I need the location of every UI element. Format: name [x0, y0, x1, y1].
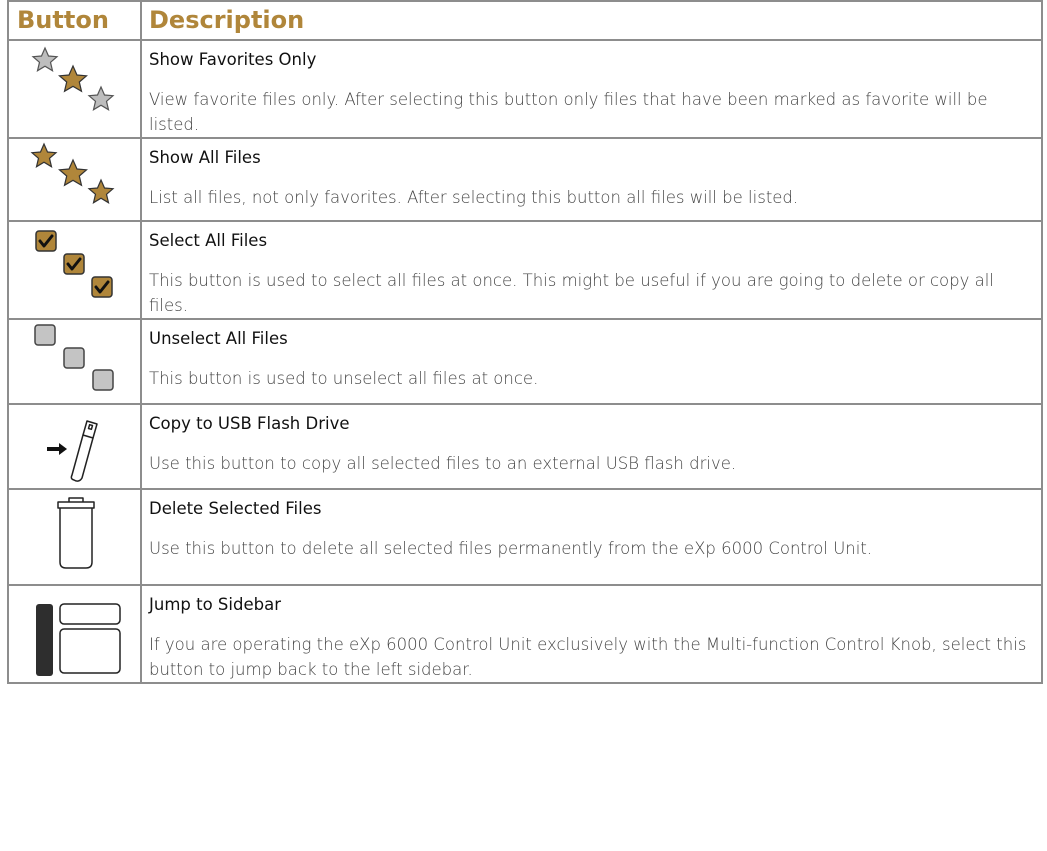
icon-cell: [7, 584, 142, 684]
description-cell: Copy to USB Flash Drive Use this button …: [140, 403, 1043, 490]
checkboxes-empty-icon: [34, 324, 114, 391]
row-title: Unselect All Files: [149, 329, 288, 348]
row-text: Use this button to delete all selected f…: [149, 539, 873, 558]
row-title: Show Favorites Only: [149, 50, 317, 69]
table-row: Copy to USB Flash Drive Use this button …: [7, 403, 1043, 490]
table-row: Jump to Sidebar If you are operating the…: [7, 584, 1043, 684]
description-cell: Show Favorites Only View favorite files …: [140, 39, 1043, 139]
icon-cell: [7, 318, 142, 405]
table-header-row: Button Description: [7, 0, 1043, 41]
description-cell: Show All Files List all files, not only …: [140, 137, 1043, 222]
row-text: This button is used to unselect all file…: [149, 369, 539, 388]
header-button: Button: [7, 0, 142, 41]
table-row: Delete Selected Files Use this button to…: [7, 488, 1043, 586]
row-title: Jump to Sidebar: [149, 595, 281, 614]
checkboxes-checked-icon: [35, 230, 113, 298]
icon-cell: [7, 39, 142, 139]
header-description: Description: [140, 0, 1043, 41]
stars-filled-icon: [30, 142, 115, 204]
row-title: Copy to USB Flash Drive: [149, 414, 350, 433]
row-text: This button is used to select all files …: [149, 271, 994, 315]
usb-copy-icon: [47, 420, 98, 482]
row-text: List all files, not only favorites. Afte…: [149, 188, 799, 207]
description-cell: Jump to Sidebar If you are operating the…: [140, 584, 1043, 684]
row-title: Delete Selected Files: [149, 499, 322, 518]
row-title: Show All Files: [149, 148, 261, 167]
description-cell: Delete Selected Files Use this button to…: [140, 488, 1043, 586]
trash-icon: [57, 497, 95, 569]
table-row: Unselect All Files This button is used t…: [7, 318, 1043, 405]
sidebar-icon: [36, 603, 121, 676]
description-cell: Select All Files This button is used to …: [140, 220, 1043, 320]
icon-cell: [7, 220, 142, 320]
table-row: Select All Files This button is used to …: [7, 220, 1043, 320]
icon-cell: [7, 488, 142, 586]
icon-cell: [7, 403, 142, 490]
stars-outline-icon: [31, 46, 115, 111]
button-description-table: Button Description Show Favorites Only V…: [7, 0, 1043, 684]
icon-cell: [7, 137, 142, 222]
description-cell: Unselect All Files This button is used t…: [140, 318, 1043, 405]
table-row: Show All Files List all files, not only …: [7, 137, 1043, 222]
table-row: Show Favorites Only View favorite files …: [7, 39, 1043, 139]
row-text: View favorite files only. After selectin…: [149, 90, 988, 134]
row-text: Use this button to copy all selected fil…: [149, 454, 737, 473]
row-text: If you are operating the eXp 6000 Contro…: [149, 635, 1027, 679]
row-title: Select All Files: [149, 231, 268, 250]
